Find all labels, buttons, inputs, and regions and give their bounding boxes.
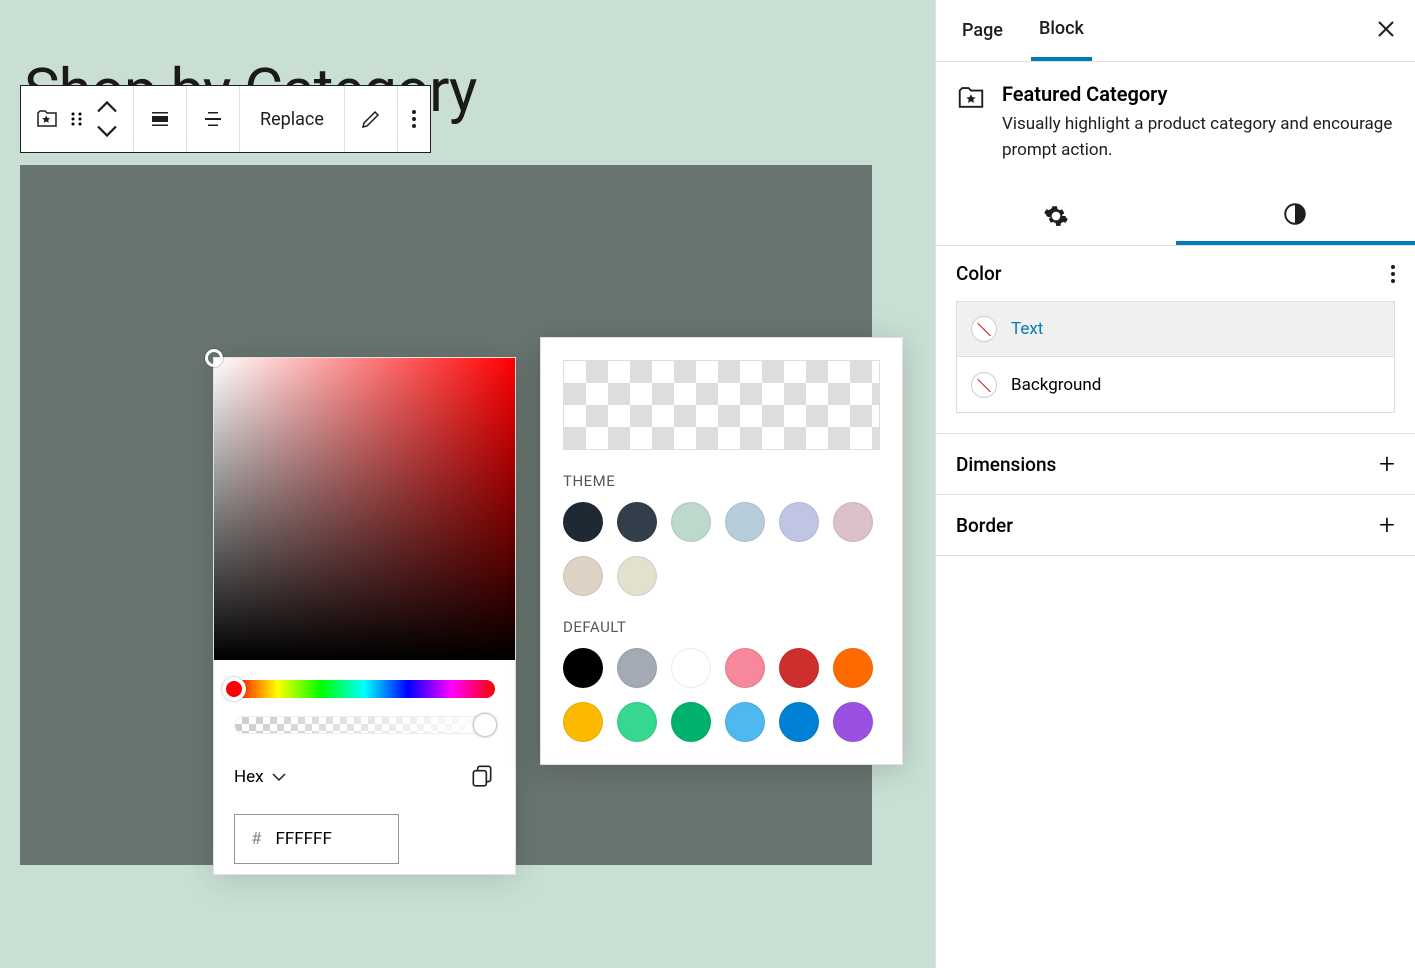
saturation-handle[interactable] (205, 349, 223, 367)
color-swatch[interactable] (617, 648, 657, 688)
align-full-button[interactable] (134, 86, 187, 152)
chevron-down-icon (95, 119, 119, 143)
copy-color-button[interactable] (469, 762, 495, 792)
panel-color-header[interactable]: Color (936, 246, 1415, 301)
subtab-settings[interactable] (936, 187, 1176, 245)
theme-swatches (563, 502, 880, 596)
color-option-background[interactable]: Background (956, 357, 1395, 413)
inspector-subtabs (936, 187, 1415, 246)
chevron-up-icon (95, 95, 119, 119)
hash-symbol: # (251, 829, 261, 849)
panel-dimensions: Dimensions + (936, 434, 1415, 495)
plus-icon: + (1379, 511, 1395, 539)
panel-color: Color Text Background (936, 246, 1415, 434)
alpha-slider[interactable] (234, 716, 495, 734)
kebab-icon[interactable] (1391, 265, 1395, 283)
color-swatch[interactable] (563, 702, 603, 742)
unset-swatch-icon (971, 316, 997, 342)
panel-border: Border + (936, 495, 1415, 556)
close-icon (1375, 18, 1397, 40)
color-swatch[interactable] (671, 648, 711, 688)
edit-button[interactable] (345, 86, 398, 152)
hex-input[interactable]: # FFFFFF (234, 814, 399, 864)
theme-colors-label: THEME (563, 472, 880, 490)
panel-color-label: Color (956, 262, 1002, 285)
sidebar-tabs: Page Block (936, 0, 1415, 62)
hue-slider[interactable] (234, 680, 495, 698)
color-swatch[interactable] (671, 702, 711, 742)
drag-handle-icon (65, 107, 89, 131)
featured-category-icon (956, 83, 986, 113)
pencil-icon (359, 107, 383, 131)
plus-icon: + (1379, 450, 1395, 478)
hue-handle[interactable] (222, 677, 246, 701)
vertical-align-button[interactable] (187, 86, 240, 152)
color-swatch[interactable] (725, 648, 765, 688)
align-full-icon (148, 107, 172, 131)
chevron-down-icon (272, 772, 286, 782)
panel-border-label: Border (956, 514, 1013, 537)
gear-icon (1043, 203, 1069, 229)
color-swatch[interactable] (563, 556, 603, 596)
color-swatch[interactable] (563, 502, 603, 542)
panel-border-header[interactable]: Border + (936, 495, 1415, 555)
block-type-button[interactable] (21, 86, 134, 152)
styles-icon (1282, 201, 1308, 227)
copy-icon (469, 762, 495, 788)
color-picker-popover: Hex # FFFFFF (213, 357, 516, 875)
tab-page[interactable]: Page (954, 0, 1011, 61)
kebab-icon (412, 110, 416, 128)
move-up-down[interactable] (95, 95, 119, 143)
color-swatch[interactable] (563, 648, 603, 688)
default-swatches (563, 648, 880, 742)
tab-block[interactable]: Block (1031, 0, 1092, 61)
color-swatch[interactable] (779, 502, 819, 542)
color-palette-popover: THEME DEFAULT (540, 337, 903, 765)
color-option-text[interactable]: Text (956, 301, 1395, 357)
replace-button[interactable]: Replace (240, 86, 345, 152)
format-label: Hex (234, 767, 264, 787)
saturation-area[interactable] (214, 358, 515, 660)
category-block-icon (35, 107, 59, 131)
alpha-handle[interactable] (473, 713, 497, 737)
color-format-select[interactable]: Hex (234, 767, 286, 787)
settings-sidebar: Page Block Featured Category Visually hi… (935, 0, 1415, 968)
color-text-label: Text (1011, 319, 1043, 339)
block-toolbar: Replace (20, 85, 431, 153)
editor-canvas[interactable]: Shop by Category Replace (0, 0, 935, 968)
close-sidebar-button[interactable] (1375, 18, 1397, 44)
block-icon (956, 82, 986, 114)
panel-dimensions-label: Dimensions (956, 453, 1056, 476)
block-card: Featured Category Visually highlight a p… (936, 62, 1415, 187)
color-swatch[interactable] (617, 502, 657, 542)
color-swatch[interactable] (725, 702, 765, 742)
color-swatch[interactable] (725, 502, 765, 542)
color-swatch[interactable] (779, 702, 819, 742)
default-colors-label: DEFAULT (563, 618, 880, 636)
color-swatch[interactable] (779, 648, 819, 688)
color-swatch[interactable] (617, 702, 657, 742)
hex-value: FFFFFF (275, 829, 331, 849)
subtab-styles[interactable] (1176, 187, 1415, 245)
color-swatch[interactable] (617, 556, 657, 596)
color-swatch[interactable] (833, 502, 873, 542)
color-swatch[interactable] (671, 502, 711, 542)
block-title: Featured Category (1002, 82, 1395, 106)
align-center-vertical-icon (201, 107, 225, 131)
block-description: Visually highlight a product category an… (1002, 112, 1395, 163)
panel-dimensions-header[interactable]: Dimensions + (936, 434, 1415, 494)
color-background-label: Background (1011, 375, 1101, 395)
unset-swatch-icon (971, 372, 997, 398)
more-options-button[interactable] (398, 86, 430, 152)
color-preview[interactable] (563, 360, 880, 450)
color-swatch[interactable] (833, 648, 873, 688)
color-swatch[interactable] (833, 702, 873, 742)
